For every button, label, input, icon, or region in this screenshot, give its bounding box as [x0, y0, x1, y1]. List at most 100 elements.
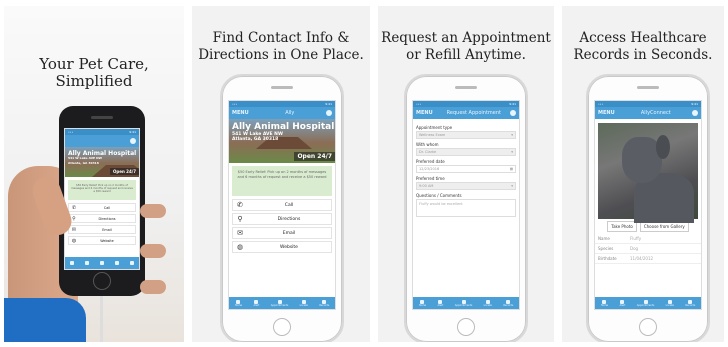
tab-home[interactable]: Home	[418, 299, 427, 307]
appointment-type-select[interactable]: Wellness Exam ▾	[416, 131, 516, 139]
promo-panel-pet-care: Your Pet Care, Simplified ••• 9:41 Ally A…	[4, 6, 184, 342]
gear-icon[interactable]	[692, 110, 698, 116]
tab-home[interactable]: Home	[601, 299, 608, 307]
action-label: Directions	[277, 216, 301, 222]
take-photo-button[interactable]: Take Photo	[607, 221, 637, 232]
tab-alert[interactable]: Alert	[437, 299, 443, 307]
tab-label: Home	[418, 303, 427, 307]
website-button[interactable]: ◍ Website	[232, 241, 332, 253]
tab-locate[interactable]: Locate	[483, 299, 492, 307]
tab-locate[interactable]	[114, 261, 119, 265]
field-label: Preferred time	[416, 176, 445, 181]
email-button[interactable]: ✉ Email	[68, 225, 136, 234]
caption-line: Access Healthcare	[579, 30, 707, 46]
hospital-hero: Ally Animal Hospital 541 W Lake AVE NW A…	[229, 119, 335, 163]
map-pin-icon: ⚲	[237, 215, 243, 223]
action-label: Directions	[98, 216, 116, 221]
tab-label: Records	[685, 303, 696, 307]
tab-bar: Home Alert Appointments Locate Records	[229, 297, 335, 309]
tab-alert[interactable]	[85, 261, 90, 265]
phone-icon: ✆	[71, 204, 77, 211]
action-label: Email	[282, 230, 296, 236]
preferred-date-input[interactable]: 12/23/2016 ▦	[416, 165, 516, 173]
menu-button[interactable]: MENU	[598, 110, 615, 116]
action-label: Call	[284, 202, 294, 208]
address-line: Atlanta, GA 30318	[232, 137, 279, 142]
screen-title: Ally	[285, 110, 295, 116]
menu-button[interactable]: MENU	[416, 110, 433, 116]
directions-button[interactable]: ⚲ Directions	[68, 214, 136, 223]
tab-appointments[interactable]: Appointments	[636, 299, 655, 307]
tab-alert[interactable]: Alert	[619, 299, 626, 307]
phone-mockup: ••• 9:41 MENU Ally Ally Animal Hospital 5…	[220, 74, 344, 342]
call-button[interactable]: ✆ Call	[68, 203, 136, 212]
tab-label: Locate	[483, 303, 492, 307]
phone-speaker	[455, 86, 477, 89]
gear-icon[interactable]	[326, 110, 332, 116]
gear-icon[interactable]	[510, 110, 516, 116]
tab-locate[interactable]: Locate	[300, 299, 308, 307]
dog-ear	[656, 135, 670, 159]
appointment-form: Appointment type Wellness Exam ▾ With who…	[413, 119, 519, 220]
tab-alert[interactable]: Alert	[253, 299, 260, 307]
chevron-down-icon: ▾	[511, 133, 513, 137]
record-key: Species	[598, 246, 614, 251]
directions-button[interactable]: ⚲ Directions	[232, 213, 332, 225]
finger-illustration	[140, 244, 166, 258]
caption-line: Find Contact Info &	[212, 30, 350, 46]
phone-mockup: ••• 9:41 MENU Request Appointment Appoint…	[404, 74, 528, 342]
app-bar: MENU Ally	[229, 107, 335, 119]
tab-appointments[interactable]: Appointments	[455, 299, 472, 307]
hospital-address: 541 W Lake AVE NW Atlanta, GA 30318	[232, 132, 283, 142]
promo-panel-appointment: Request an Appointment or Refill Anytime…	[378, 6, 554, 342]
email-button[interactable]: ✉ Email	[232, 227, 332, 239]
phone-speaker	[637, 86, 659, 89]
with-whom-select[interactable]: Dr. Clarke ▾	[416, 148, 516, 156]
tab-appointments[interactable]	[99, 261, 104, 265]
open-badge: Open 24/7	[294, 152, 335, 161]
sleeve-illustration	[4, 298, 86, 342]
phone-screen: ••• 9:41 MENU AllyConnect Take Photo Choo…	[594, 100, 702, 310]
field-label: Preferred date	[416, 159, 445, 164]
tab-home[interactable]: Home	[235, 299, 242, 307]
tab-locate[interactable]: Locate	[666, 299, 674, 307]
record-value: 11/04/2012	[630, 256, 654, 261]
field-label: Appointment type	[416, 125, 453, 130]
panel-caption: Your Pet Care, Simplified	[4, 56, 184, 90]
action-label: Email	[102, 227, 112, 232]
select-value: 9:00 AM	[419, 184, 434, 188]
tab-home[interactable]	[70, 261, 75, 265]
record-row: Name Fluffy	[595, 234, 701, 244]
caption-line: Simplified	[55, 72, 133, 90]
phone-screen: ••• 9:41 MENU Ally Ally Animal Hospital 5…	[228, 100, 336, 310]
action-label: Website	[280, 244, 298, 250]
promo-panel-contact-info: Find Contact Info & Directions in One Pl…	[192, 6, 370, 342]
tab-records[interactable]: Records	[319, 299, 329, 307]
tab-appointments[interactable]: Appointments	[270, 299, 289, 307]
preferred-time-select[interactable]: 9:00 AM ▾	[416, 182, 516, 190]
tab-label: Alert	[253, 303, 260, 307]
tab-records[interactable]	[129, 261, 134, 265]
action-label: Call	[103, 205, 111, 210]
call-button[interactable]: ✆ Call	[232, 199, 332, 211]
tab-records[interactable]: Records	[685, 299, 696, 307]
home-icon	[70, 261, 75, 265]
tab-records[interactable]: Records	[503, 299, 513, 307]
bell-icon	[85, 261, 90, 265]
menu-button[interactable]: MENU	[232, 110, 249, 116]
tab-label: Alert	[619, 303, 626, 307]
open-badge: Open 24/7	[109, 168, 139, 175]
caption-line: Directions in One Place.	[198, 47, 364, 63]
tab-label: Appointments	[270, 303, 289, 307]
globe-icon: ◍	[71, 237, 77, 244]
record-value: Fluffy	[630, 236, 642, 241]
comments-textarea[interactable]: Fluffy would be excellent	[416, 199, 516, 217]
hospital-name: Ally Animal Hospital	[232, 122, 335, 132]
tab-label: Appointments	[636, 303, 655, 307]
calendar-icon[interactable]: ▦	[510, 167, 513, 171]
gear-icon[interactable]	[130, 138, 136, 144]
website-button[interactable]: ◍ Website	[68, 236, 136, 245]
phone-screen: ••• 9:41 MENU Request Appointment Appoint…	[412, 100, 520, 310]
envelope-icon: ✉	[237, 229, 243, 237]
record-row: Species Dog	[595, 244, 701, 254]
